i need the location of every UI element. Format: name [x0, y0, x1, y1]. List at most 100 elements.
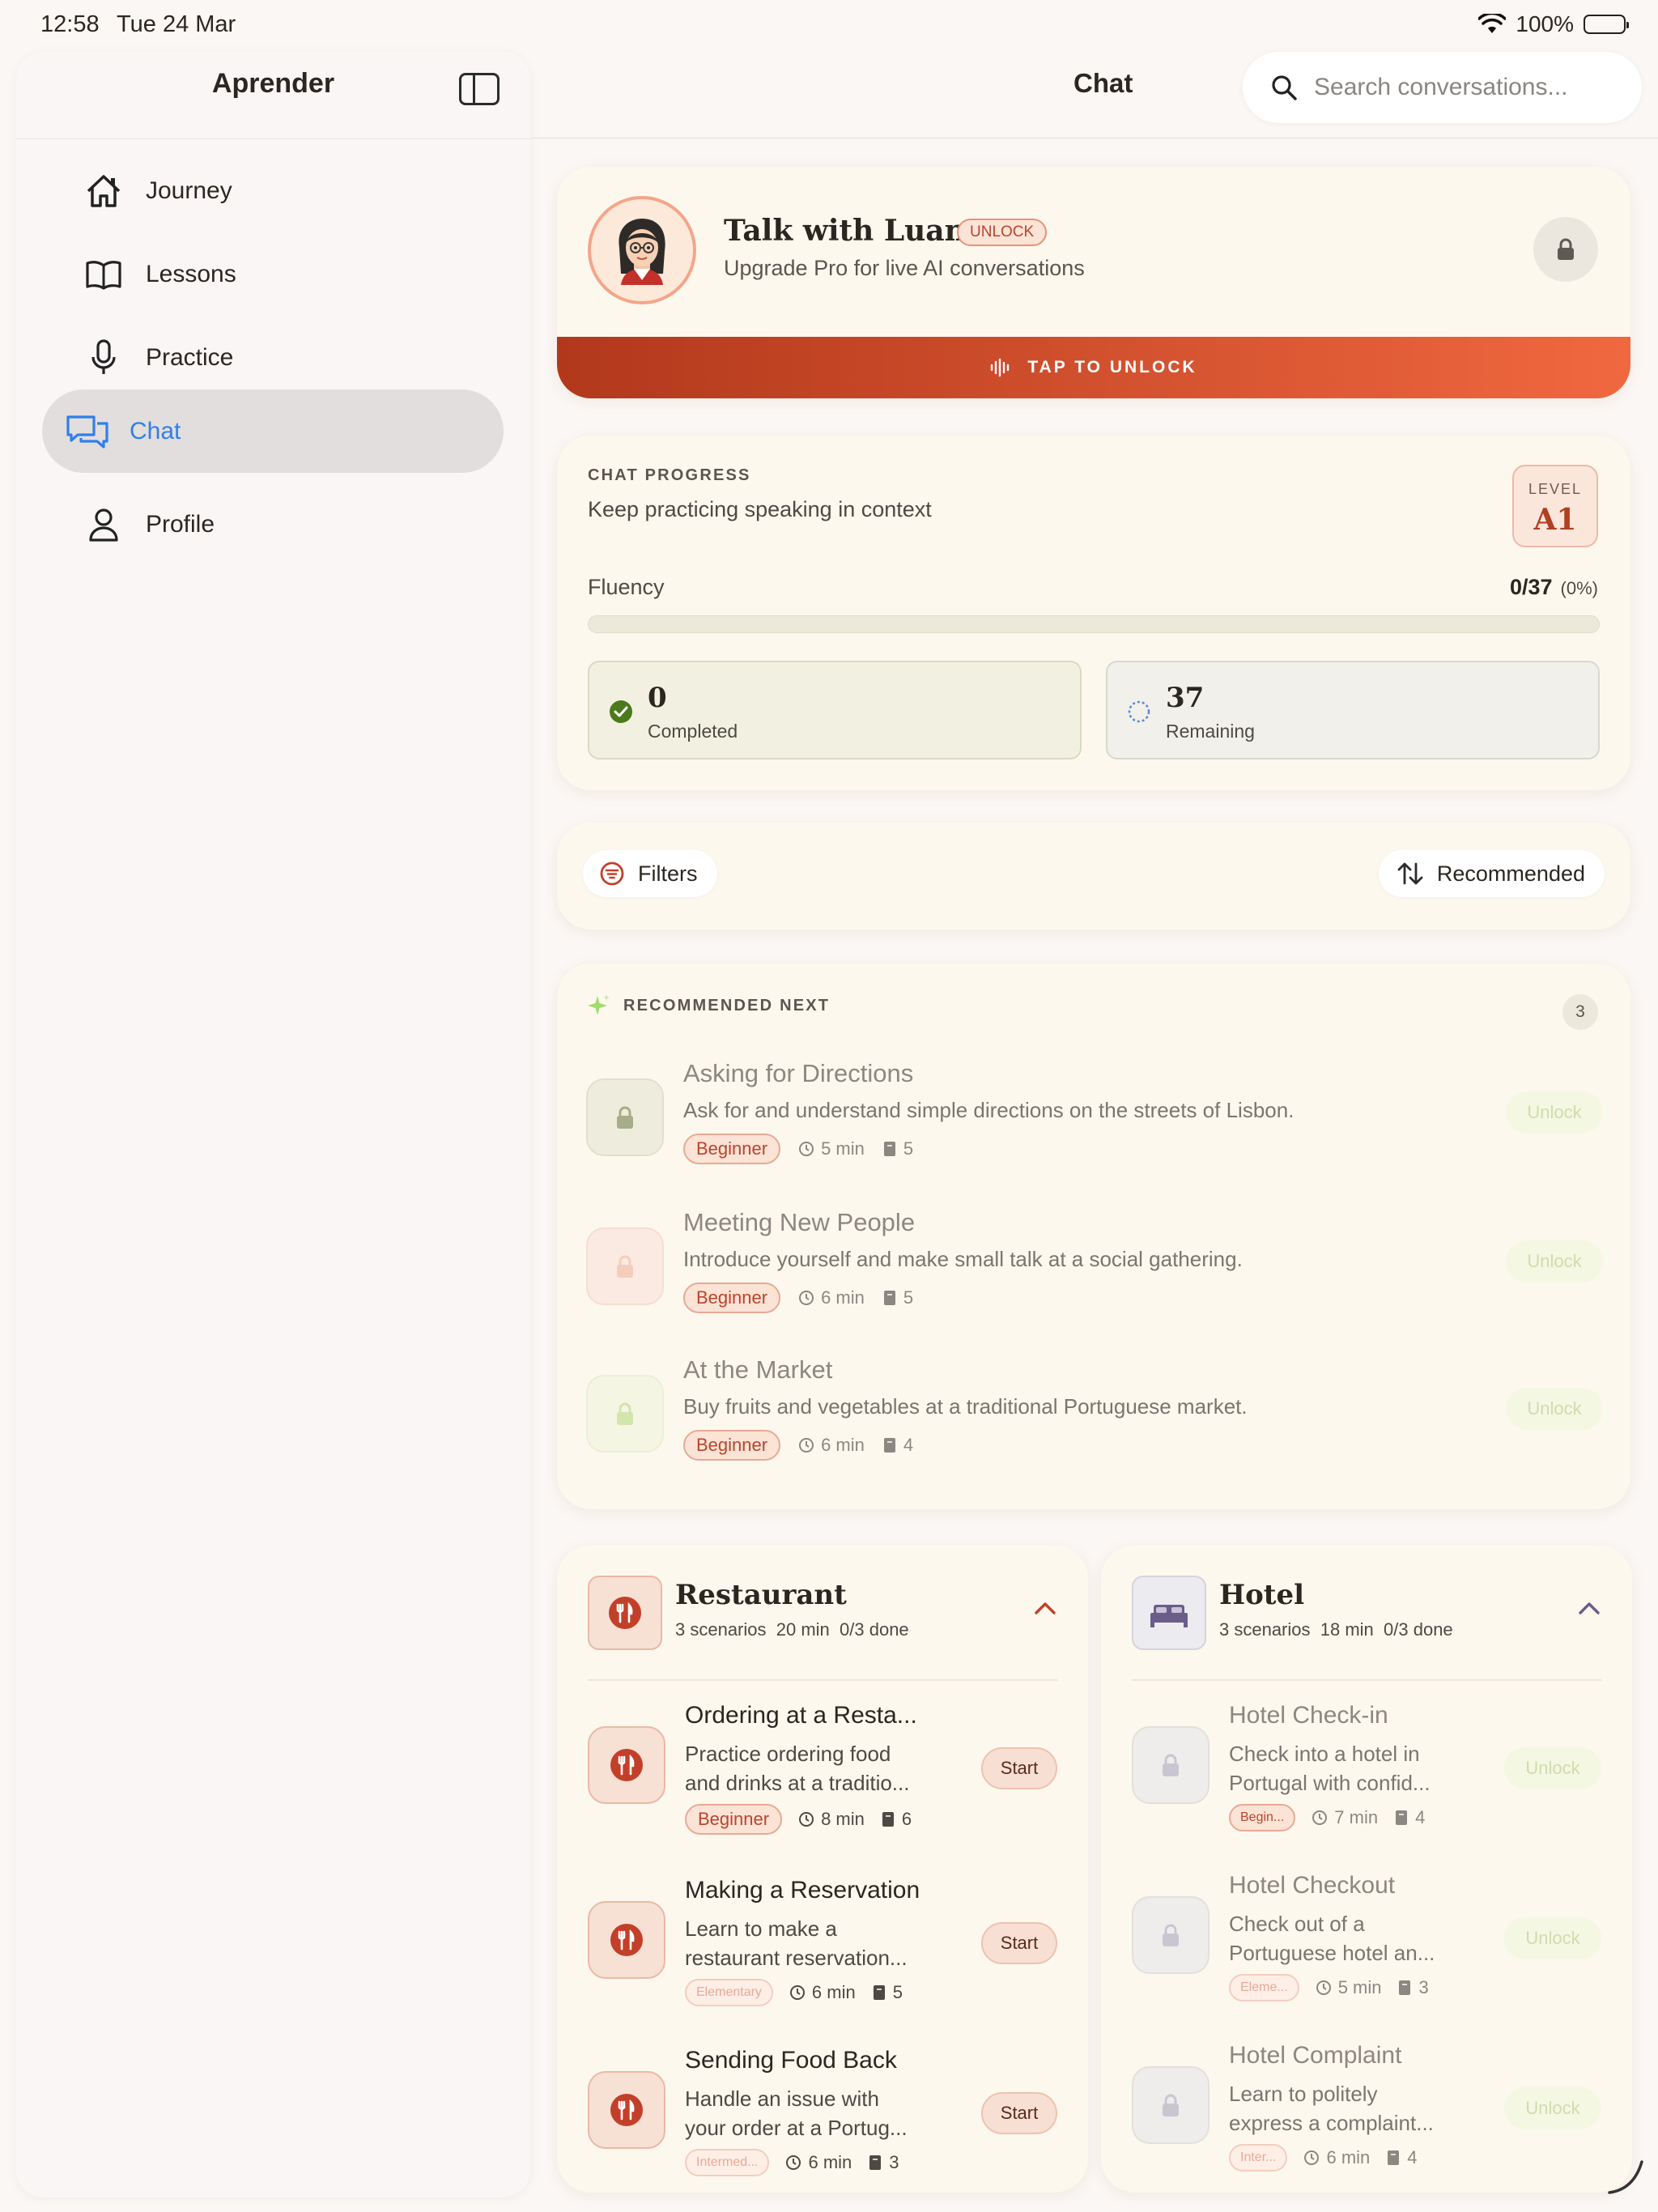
talk-with-luana-card[interactable]: Talk with Luana UNLOCK Upgrade Pro for l… [557, 167, 1630, 398]
duration: 5 min [798, 1138, 865, 1159]
unlock-badge: UNLOCK [957, 219, 1048, 246]
start-button[interactable]: Start [981, 1922, 1057, 1964]
clock-icon [1312, 1810, 1328, 1825]
person-icon [79, 500, 128, 549]
chat-progress-card: CHAT PROGRESS Keep practicing speaking i… [557, 436, 1630, 790]
hero-subtitle: Upgrade Pro for live AI conversations [724, 256, 1085, 280]
category-header[interactable]: Restaurant 3 scenarios 20 min 0/3 done [588, 1576, 1057, 1681]
scenario-row[interactable]: Hotel Checkout Check out of a Portuguese … [1132, 1872, 1601, 2026]
home-icon [79, 167, 128, 215]
unlock-button[interactable]: Unlock [1506, 1240, 1603, 1283]
sidebar-item-lessons[interactable]: Lessons [42, 232, 504, 316]
scenario-thumb [586, 1227, 664, 1305]
phrasebook-icon [1388, 2150, 1400, 2165]
unlock-button[interactable]: Unlock [1504, 1917, 1601, 1959]
phrase-count: 5 [882, 1138, 913, 1159]
unlock-button[interactable]: Unlock [1506, 1091, 1603, 1134]
scenario-row[interactable]: Hotel Complaint Learn to politely express… [1132, 2042, 1601, 2193]
chat-bubbles-icon [63, 407, 112, 456]
scenario-row[interactable]: Sending Food Back Handle an issue with yo… [588, 2047, 1057, 2193]
clock-icon [1316, 1980, 1331, 1995]
sidebar-item-label: Profile [146, 510, 215, 538]
list-item[interactable]: Asking for Directions Ask for and unders… [586, 1059, 1603, 1189]
phrase-count: 3 [868, 2152, 899, 2173]
start-button[interactable]: Start [981, 2092, 1057, 2134]
start-button[interactable]: Start [981, 1747, 1057, 1789]
scenario-meta: Begin... 7 min 4 [1229, 1804, 1425, 1831]
phrasebook-icon [869, 2155, 882, 2170]
sidebar-item-label: Practice [146, 343, 234, 371]
scenario-meta: Beginner 5 min 5 [683, 1134, 913, 1164]
level-badge: Elementary [685, 1979, 773, 2006]
scenario-meta: Beginner 6 min 4 [683, 1430, 913, 1461]
unlock-button[interactable]: Unlock [1504, 1747, 1601, 1789]
sort-button[interactable]: Recommended [1378, 850, 1605, 897]
scenario-description: Check into a hotel in Portugal with confi… [1229, 1742, 1431, 1795]
bed-icon [1150, 1605, 1188, 1627]
list-item[interactable]: At the Market Buy fruits and vegetables … [586, 1355, 1603, 1485]
phrase-count: 4 [1394, 1807, 1425, 1828]
category-icon [588, 1576, 662, 1650]
phrase-count: 3 [1397, 1977, 1429, 1998]
resize-handle-icon[interactable] [1606, 2159, 1647, 2196]
recommended-eyebrow: RECOMMENDED NEXT [623, 996, 831, 1015]
scenario-description: Learn to politely express a complaint... [1229, 2082, 1434, 2135]
recommended-count: 3 [1562, 994, 1598, 1030]
duration: 5 min [1316, 1977, 1381, 1998]
list-item[interactable]: Meeting New People Introduce yourself an… [586, 1208, 1603, 1338]
level-badge: Eleme... [1229, 1974, 1299, 2001]
fluency-percent: (0%) [1560, 578, 1598, 598]
sidebar-item-label: Journey [146, 177, 232, 204]
duration: 8 min [798, 1809, 865, 1830]
lock-icon [617, 1106, 633, 1129]
microphone-icon [79, 334, 128, 382]
scenario-thumb [588, 1726, 665, 1804]
duration: 6 min [785, 2152, 852, 2173]
scenario-row[interactable]: Hotel Check-in Check into a hotel in Port… [1132, 1702, 1601, 1856]
completed-stat: 0 Completed [588, 661, 1082, 759]
level-badge: Beginner [683, 1134, 781, 1164]
scenario-row[interactable]: Making a Reservation Learn to make a rest… [588, 1877, 1057, 2031]
filter-bar: Filters Recommended [557, 823, 1630, 929]
scenario-description: Ask for and understand simple directions… [683, 1098, 1295, 1122]
unlock-button[interactable]: Unlock [1504, 2087, 1601, 2129]
sidebar-item-practice[interactable]: Practice [42, 316, 504, 399]
duration: 6 min [798, 1287, 865, 1308]
scenario-meta: Beginner 6 min 5 [683, 1283, 913, 1313]
clock-icon [799, 1142, 814, 1156]
level-badge: Beginner [683, 1430, 781, 1461]
sidebar-item-journey[interactable]: Journey [42, 149, 504, 232]
sidebar-item-profile[interactable]: Profile [42, 483, 504, 566]
scenario-meta: Inter... 6 min 4 [1229, 2144, 1418, 2172]
book-icon [79, 250, 128, 299]
scenario-title: Hotel Checkout [1229, 1872, 1396, 1899]
recommended-header: RECOMMENDED NEXT [586, 993, 830, 1019]
duration: 6 min [798, 1435, 865, 1456]
fork-knife-icon [610, 1749, 643, 1781]
scenario-description: Practice ordering food and drinks at a tr… [685, 1742, 910, 1795]
tap-to-unlock-button[interactable]: TAP TO UNLOCK [557, 337, 1630, 398]
status-right: 100% [1478, 11, 1629, 37]
clock-icon [799, 1812, 814, 1827]
category-header[interactable]: Hotel 3 scenarios 18 min 0/3 done [1132, 1576, 1601, 1681]
scenario-title: Meeting New People [683, 1208, 916, 1236]
sidebar-toggle-icon[interactable] [459, 73, 500, 105]
chevron-up-icon[interactable] [1033, 1600, 1057, 1616]
lock-icon [1163, 1754, 1179, 1776]
scenario-thumb [588, 2071, 665, 2149]
tap-to-unlock-label: TAP TO UNLOCK [1027, 358, 1197, 376]
sidebar-item-chat[interactable]: Chat [42, 389, 504, 473]
lock-button[interactable] [1533, 217, 1598, 282]
scenario-row[interactable]: Ordering at a Resta... Practice ordering… [588, 1702, 1057, 1856]
unlock-button[interactable]: Unlock [1506, 1388, 1603, 1430]
filters-button[interactable]: Filters [583, 850, 717, 897]
category-subtitle: 3 scenarios 20 min 0/3 done [675, 1619, 909, 1640]
clock-icon [799, 1291, 814, 1305]
chevron-up-icon[interactable] [1577, 1600, 1601, 1616]
search-input[interactable]: Search conversations... [1243, 52, 1642, 123]
fluency-label: Fluency [588, 575, 665, 599]
progress-eyebrow: CHAT PROGRESS [588, 466, 751, 484]
search-icon [1272, 75, 1297, 100]
phrasebook-icon [883, 1291, 895, 1305]
filter-icon [599, 861, 625, 887]
